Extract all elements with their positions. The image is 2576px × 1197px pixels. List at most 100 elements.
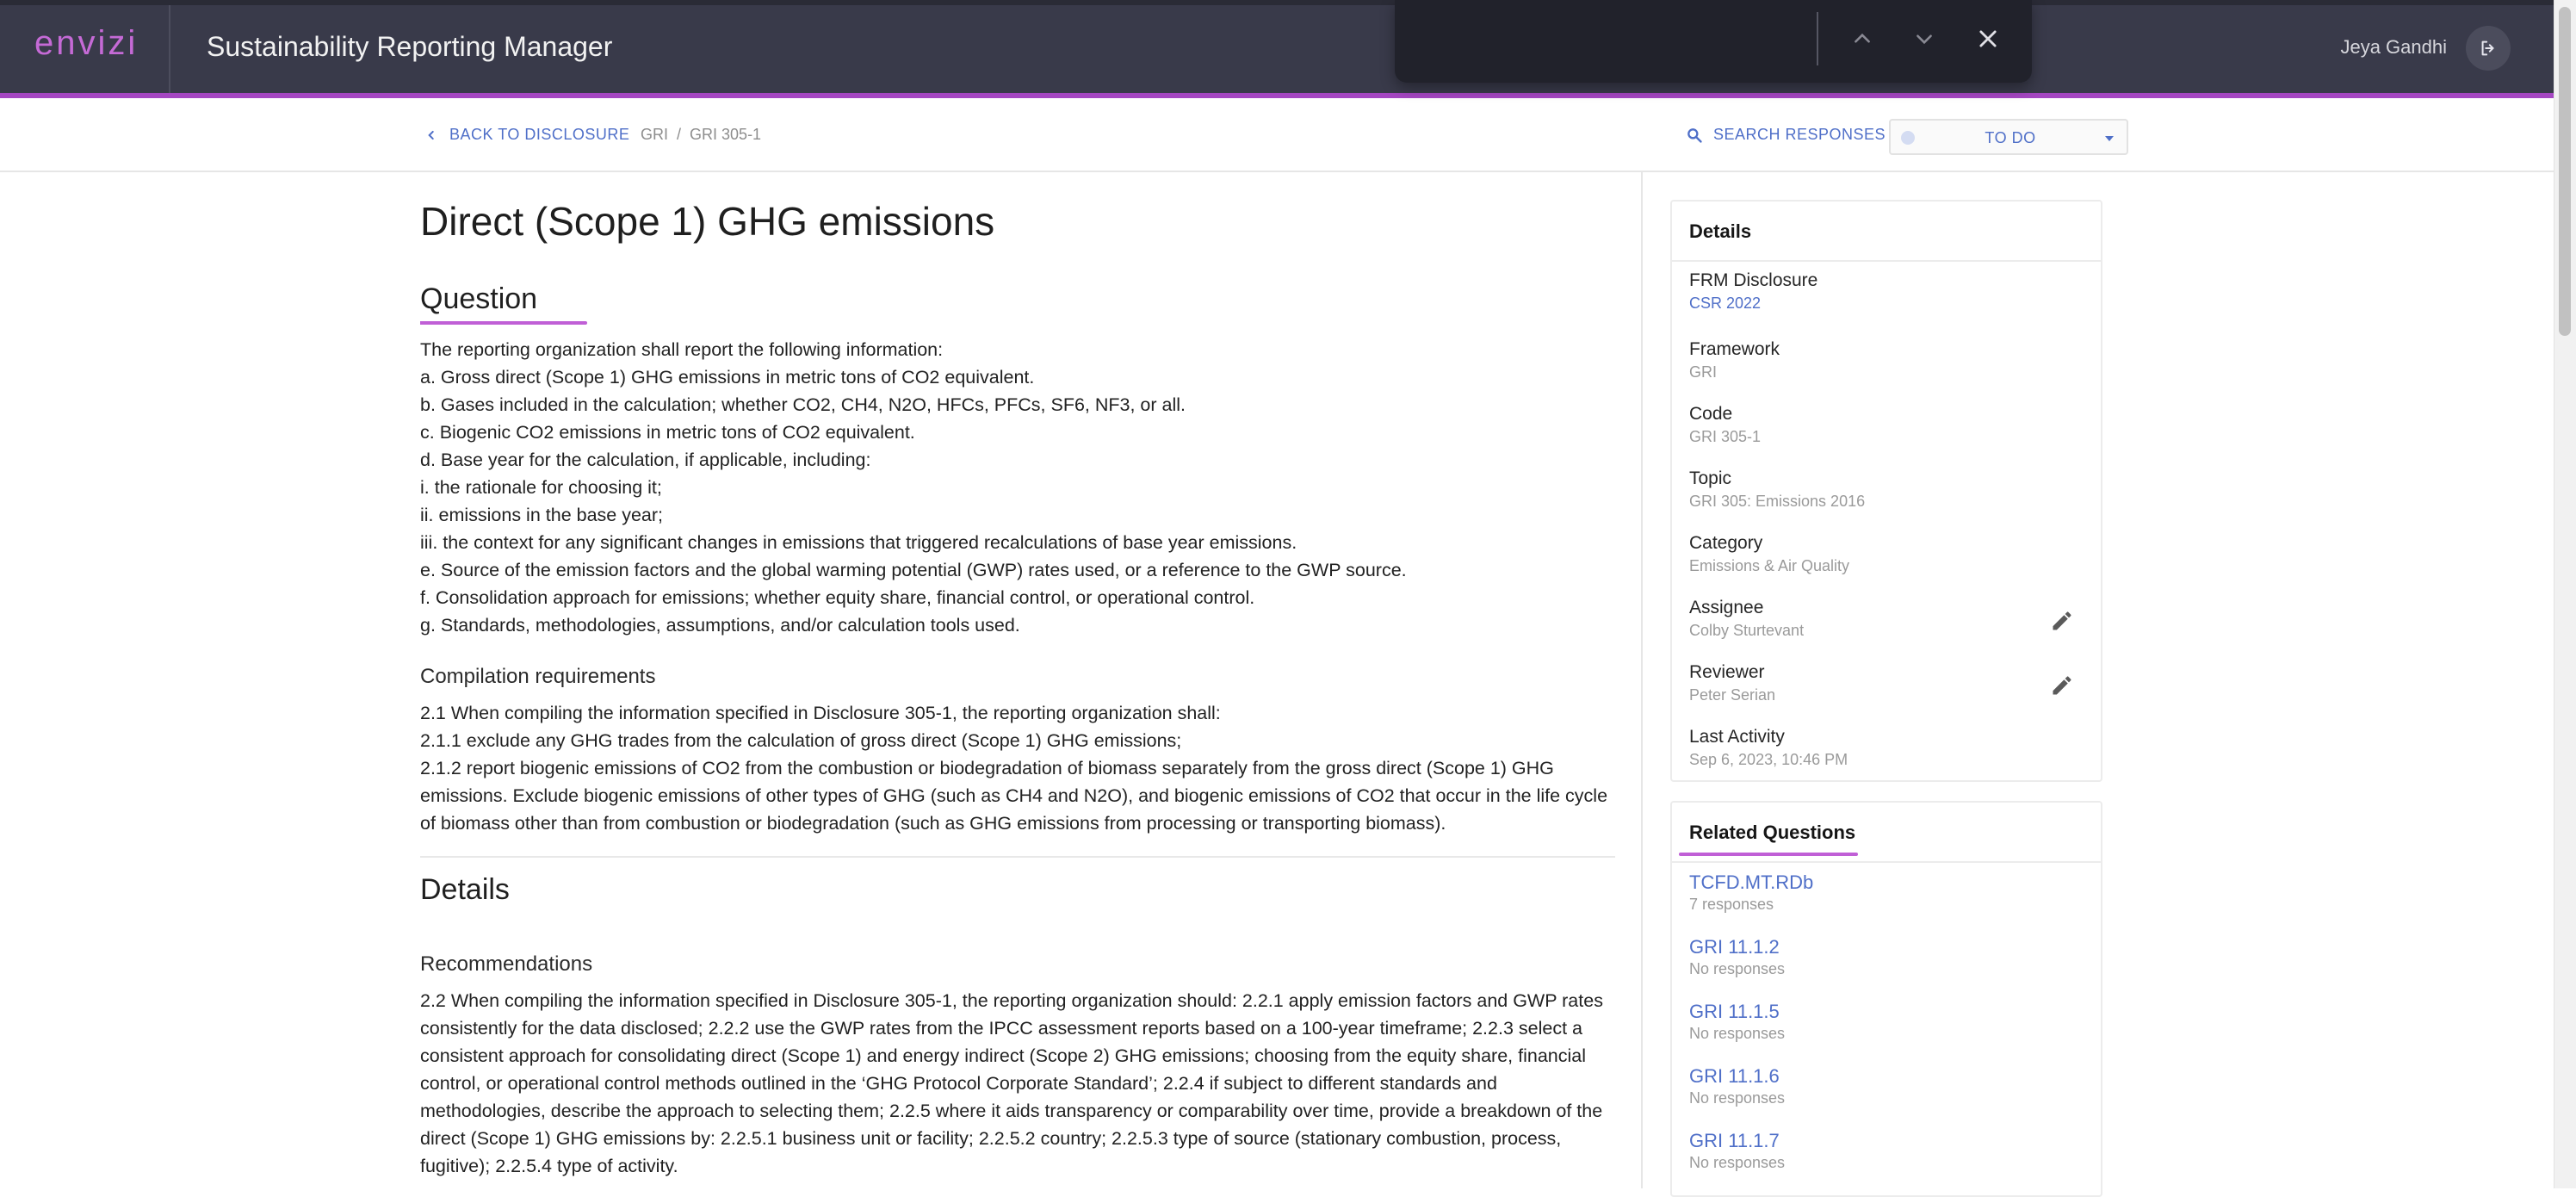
detail-value: GRI 305-1 bbox=[1689, 428, 1762, 445]
detail-value: GRI 305: Emissions 2016 bbox=[1689, 493, 1866, 510]
app-header: envizi Sustainability Reporting Manager … bbox=[0, 0, 2576, 98]
detail-category: Category Emissions & Air Quality bbox=[1689, 533, 1849, 575]
caret-down-icon bbox=[2105, 136, 2114, 141]
question-heading-underline bbox=[420, 321, 587, 325]
search-icon bbox=[1687, 127, 1702, 143]
detail-label: Assignee bbox=[1689, 598, 1764, 617]
related-question-link[interactable]: GRI 11.1.5 bbox=[1689, 1001, 1785, 1023]
detail-label: FRM Disclosure bbox=[1689, 270, 1818, 290]
app-title: Sustainability Reporting Manager bbox=[207, 31, 613, 62]
logout-icon bbox=[2481, 40, 2494, 56]
breadcrumb-framework[interactable]: GRI bbox=[641, 126, 668, 143]
header-divider bbox=[169, 5, 170, 93]
question-line: c. Biogenic CO2 emissions in metric tons… bbox=[420, 422, 915, 443]
breadcrumb-code: GRI 305-1 bbox=[690, 126, 762, 143]
question-section-header: Question bbox=[420, 282, 587, 325]
related-question-count: 7 responses bbox=[1689, 896, 1774, 913]
related-question-link[interactable]: GRI 11.1.2 bbox=[1689, 936, 1785, 958]
detail-value: Emissions & Air Quality bbox=[1689, 557, 1850, 574]
related-question-count: No responses bbox=[1689, 1025, 1786, 1042]
related-question-item: GRI 11.1.2 No responses bbox=[1689, 936, 1785, 978]
sub-navigation-bar: BACK TO DISCLOSURE GRI / GRI 305-1 SEARCH … bbox=[0, 103, 2554, 172]
detail-last-activity: Last Activity Sep 6, 2023, 10:46 PM bbox=[1689, 727, 1848, 769]
compilation-line: 2.1 When compiling the information speci… bbox=[420, 703, 1221, 723]
detail-framework: Framework GRI bbox=[1689, 339, 1780, 381]
header-top-edge bbox=[0, 0, 2576, 5]
logout-button[interactable] bbox=[2466, 26, 2511, 71]
question-line: iii. the context for any significant cha… bbox=[420, 532, 1297, 553]
details-card: Details FRM Disclosure CSR 2022 Framewor… bbox=[1670, 200, 2102, 782]
frm-disclosure-link[interactable]: CSR 2022 bbox=[1689, 295, 1817, 313]
envizi-logo[interactable]: envizi bbox=[34, 24, 138, 74]
status-value: TO DO bbox=[1985, 129, 2036, 146]
sidebar-divider bbox=[1641, 172, 1643, 1188]
detail-value: Sep 6, 2023, 10:46 PM bbox=[1689, 751, 1848, 768]
question-line: g. Standards, methodologies, assumptions… bbox=[420, 615, 1020, 636]
related-question-link[interactable]: TCFD.MT.RDb bbox=[1689, 871, 1813, 894]
related-question-item: GRI 11.1.5 No responses bbox=[1689, 1001, 1785, 1043]
detail-value: Peter Serian bbox=[1689, 686, 1776, 704]
compilation-line: 2.1.2 report biogenic emissions of CO2 f… bbox=[420, 758, 1608, 834]
related-question-link[interactable]: GRI 11.1.6 bbox=[1689, 1065, 1785, 1088]
breadcrumb: GRI / GRI 305-1 bbox=[641, 126, 761, 144]
main-content: Direct (Scope 1) GHG emissions Question … bbox=[420, 172, 1615, 1188]
question-line: e. Source of the emission factors and th… bbox=[420, 560, 1407, 580]
search-responses-button[interactable]: SEARCH RESPONSES bbox=[1686, 126, 1886, 144]
details-card-heading: Details bbox=[1672, 202, 2101, 262]
detail-label: Category bbox=[1689, 533, 1763, 553]
related-questions-card: Related Questions TCFD.MT.RDb 7 response… bbox=[1670, 801, 2102, 1197]
compilation-requirements-text: 2.1 When compiling the information speci… bbox=[420, 699, 1615, 837]
page-scrollbar-thumb[interactable] bbox=[2559, 7, 2571, 336]
question-line: i. the rationale for choosing it; bbox=[420, 477, 662, 498]
recommendations-text: 2.2 When compiling the information speci… bbox=[420, 990, 1603, 1176]
related-question-count: No responses bbox=[1689, 960, 1786, 977]
section-divider bbox=[420, 856, 1615, 858]
related-questions-underline bbox=[1679, 853, 1858, 856]
detail-reviewer: Reviewer Peter Serian bbox=[1689, 662, 1775, 704]
detail-label: Last Activity bbox=[1689, 727, 1785, 747]
back-to-disclosure-label: BACK TO DISCLOSURE bbox=[449, 126, 630, 143]
edit-reviewer-button[interactable] bbox=[2047, 671, 2077, 700]
question-line: d. Base year for the calculation, if app… bbox=[420, 450, 871, 470]
close-icon bbox=[1979, 30, 1997, 47]
detail-label: Topic bbox=[1689, 468, 1732, 488]
search-responses-label: SEARCH RESPONSES bbox=[1713, 126, 1886, 143]
pencil-icon bbox=[2053, 611, 2071, 630]
chevron-down-icon bbox=[1917, 34, 1932, 45]
related-questions-header: Related Questions bbox=[1672, 803, 2101, 863]
find-bar bbox=[1395, 0, 2032, 83]
user-name: Jeya Gandhi bbox=[2340, 36, 2447, 58]
detail-assignee: Assignee Colby Sturtevant bbox=[1689, 598, 1804, 640]
related-question-link[interactable]: GRI 11.1.7 bbox=[1689, 1130, 1785, 1152]
question-line: b. Gases included in the calculation; wh… bbox=[420, 394, 1186, 415]
related-question-item: GRI 11.1.6 No responses bbox=[1689, 1065, 1785, 1107]
related-question-count: No responses bbox=[1689, 1089, 1786, 1107]
chevron-left-icon bbox=[428, 130, 434, 140]
edit-assignee-button[interactable] bbox=[2047, 606, 2077, 636]
find-close-button[interactable] bbox=[1968, 19, 2008, 59]
status-dropdown[interactable]: TO DO bbox=[1889, 119, 2128, 155]
question-line: ii. emissions in the base year; bbox=[420, 505, 664, 525]
compilation-line: 2.1.1 exclude any GHG trades from the ca… bbox=[420, 730, 1182, 751]
detail-topic: Topic GRI 305: Emissions 2016 bbox=[1689, 468, 1865, 511]
detail-label: Code bbox=[1689, 404, 1733, 424]
chevron-up-icon bbox=[1855, 33, 1870, 43]
question-line: f. Consolidation approach for emissions;… bbox=[420, 587, 1255, 608]
find-input[interactable] bbox=[1415, 14, 1803, 65]
related-question-item: GRI 11.1.7 No responses bbox=[1689, 1130, 1785, 1172]
related-question-count: No responses bbox=[1689, 1154, 1786, 1171]
find-previous-button[interactable] bbox=[1842, 19, 1882, 59]
question-line: The reporting organization shall report … bbox=[420, 339, 944, 360]
find-next-button[interactable] bbox=[1904, 19, 1944, 59]
question-line: a. Gross direct (Scope 1) GHG emissions … bbox=[420, 367, 1035, 388]
question-text: The reporting organization shall report … bbox=[420, 336, 1615, 639]
detail-code: Code GRI 305-1 bbox=[1689, 404, 1761, 446]
back-to-disclosure-link[interactable]: BACK TO DISCLOSURE bbox=[425, 126, 629, 144]
related-question-item: TCFD.MT.RDb 7 responses bbox=[1689, 871, 1813, 914]
breadcrumb-separator: / bbox=[677, 126, 682, 143]
detail-label: Framework bbox=[1689, 339, 1780, 359]
detail-frm-disclosure: FRM Disclosure CSR 2022 bbox=[1689, 270, 1817, 313]
pencil-icon bbox=[2053, 676, 2071, 695]
page-title: Direct (Scope 1) GHG emissions bbox=[420, 199, 995, 244]
details-heading: Details bbox=[420, 873, 510, 906]
